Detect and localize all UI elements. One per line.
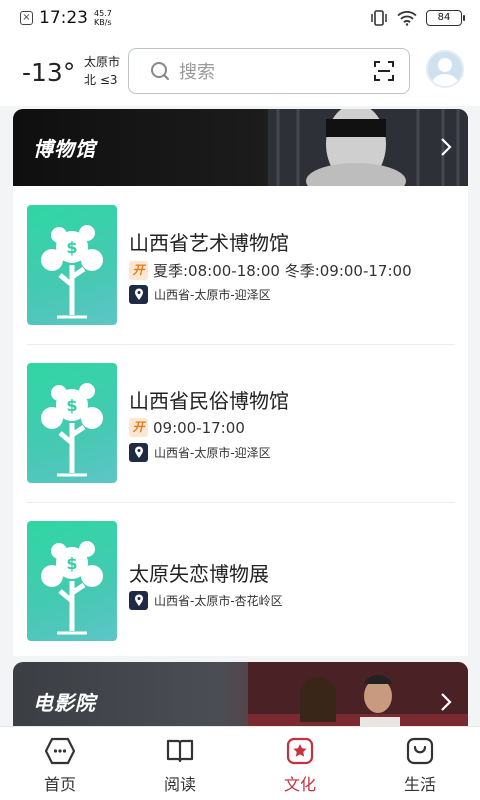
museum-thumbnail: $ <box>27 363 117 483</box>
notification-icon: × <box>20 11 33 25</box>
location-pin-icon <box>129 591 148 610</box>
location-pin-icon <box>129 443 148 462</box>
museum-section-header[interactable]: 博物馆 <box>13 109 468 186</box>
vibrate-icon <box>371 10 387 26</box>
location-pin-icon <box>129 285 148 304</box>
weather-city: 太原市 <box>84 55 121 69</box>
museum-hours: 开 09:00-17:00 <box>129 418 245 437</box>
nav-label-life: 生活 <box>403 775 436 794</box>
bag-icon <box>406 737 434 765</box>
nav-label-read: 阅读 <box>163 775 196 794</box>
museum-hours-text: 09:00-17:00 <box>153 418 245 437</box>
money-tree-icon: $ <box>41 383 103 477</box>
weather-location[interactable]: 太原市 北 ≤3 <box>84 53 120 89</box>
museum-location: 山西省-太原市-迎泽区 <box>129 285 271 304</box>
museum-location-text: 山西省-太原市-迎泽区 <box>154 446 271 460</box>
open-hours-tag: 开 <box>129 418 148 437</box>
museum-name: 山西省民俗博物馆 <box>129 389 289 413</box>
open-hours-tag: 开 <box>129 261 148 280</box>
status-time: 17:23 <box>39 8 88 28</box>
battery-indicator: 84 <box>426 10 465 26</box>
museum-name: 太原失恋博物展 <box>129 562 269 586</box>
nav-label-culture: 文化 <box>283 775 316 794</box>
status-bar: × 17:23 45.7 KB/s 84 <box>0 0 480 36</box>
statue-image <box>268 109 468 186</box>
museum-name: 山西省艺术博物馆 <box>129 231 289 255</box>
money-tree-icon: $ <box>41 541 103 635</box>
list-item[interactable]: $ 山西省艺术博物馆 开 夏季:08:00-18:00 冬季:09:00-17:… <box>13 186 468 344</box>
nav-item-read[interactable]: 阅读 <box>120 727 240 800</box>
scan-icon[interactable] <box>373 60 395 82</box>
network-speed-value: 45.7 <box>94 9 112 18</box>
museum-hours: 开 夏季:08:00-18:00 冬季:09:00-17:00 <box>129 260 412 281</box>
header: -13° 太原市 北 ≤3 搜索 <box>0 36 480 106</box>
nav-label-home: 首页 <box>43 775 76 794</box>
money-tree-icon: $ <box>41 225 103 319</box>
museum-thumbnail: $ <box>27 521 117 641</box>
museum-location-text: 山西省-太原市-迎泽区 <box>154 288 271 302</box>
cinema-section-title: 电影院 <box>33 691 96 715</box>
museum-location: 山西省-太原市-迎泽区 <box>129 443 271 462</box>
museum-thumbnail: $ <box>27 205 117 325</box>
nav-item-culture[interactable]: 文化 <box>240 727 360 800</box>
weather-temperature[interactable]: -13° <box>22 58 75 87</box>
chevron-right-icon <box>441 138 452 156</box>
avatar[interactable] <box>426 50 464 88</box>
bottom-nav: 首页 阅读 文化 生活 <box>0 726 480 800</box>
wifi-icon <box>397 11 417 26</box>
museum-list: $ 山西省艺术博物馆 开 夏季:08:00-18:00 冬季:09:00-17:… <box>13 186 468 656</box>
network-speed: 45.7 KB/s <box>94 9 112 27</box>
home-icon <box>45 737 75 765</box>
museum-section-title: 博物馆 <box>33 137 96 161</box>
museum-location: 山西省-太原市-杏花岭区 <box>129 591 283 610</box>
list-item[interactable]: $ 太原失恋博物展 山西省-太原市-杏花岭区 <box>13 502 468 660</box>
nav-item-home[interactable]: 首页 <box>0 727 120 800</box>
search-input[interactable]: 搜索 <box>179 58 215 84</box>
svg-text:$: $ <box>66 396 77 415</box>
weather-wind: 北 ≤3 <box>84 73 118 87</box>
chevron-right-icon <box>441 693 452 711</box>
network-speed-unit: KB/s <box>94 18 112 27</box>
book-icon <box>166 739 194 763</box>
star-badge-icon <box>286 737 314 765</box>
svg-text:$: $ <box>66 238 77 257</box>
museum-hours-text: 夏季:08:00-18:00 冬季:09:00-17:00 <box>153 262 412 280</box>
nav-item-life[interactable]: 生活 <box>360 727 480 800</box>
search-bar[interactable]: 搜索 <box>128 48 410 94</box>
search-icon <box>151 62 169 80</box>
user-icon <box>431 58 459 86</box>
museum-location-text: 山西省-太原市-杏花岭区 <box>154 594 283 608</box>
svg-text:$: $ <box>66 554 77 573</box>
list-item[interactable]: $ 山西省民俗博物馆 开 09:00-17:00 山西省-太原市-迎泽区 <box>13 344 468 502</box>
